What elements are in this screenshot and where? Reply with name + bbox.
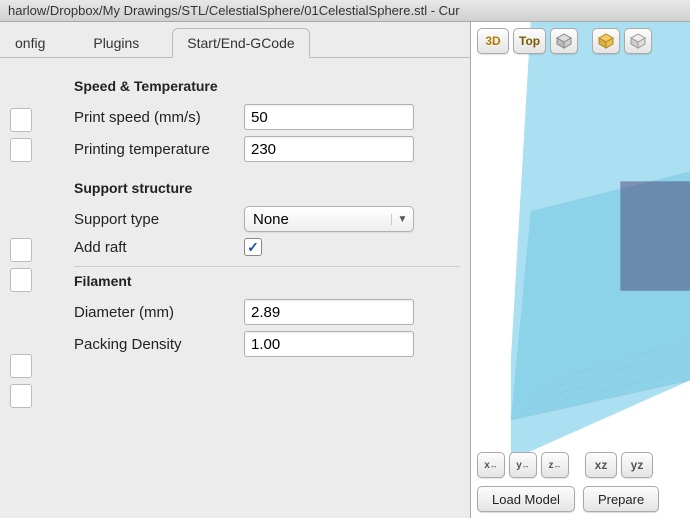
cube-icon [630, 33, 646, 49]
cube-icon [556, 33, 572, 49]
mirror-x-button[interactable]: x↔ [477, 452, 505, 478]
diameter-input[interactable] [244, 299, 414, 325]
mini-input-4[interactable] [10, 268, 32, 292]
mirror-xz-button[interactable]: xz [585, 452, 617, 478]
tab-gcode[interactable]: Start/End-GCode [172, 28, 309, 58]
scene [471, 22, 690, 460]
mirror-toolbar: x↔ y↔ z↔ xz yz [477, 452, 653, 478]
support-type-label: Support type [74, 211, 244, 228]
mirror-y-button[interactable]: y↔ [509, 452, 537, 478]
printing-temp-input[interactable] [244, 136, 414, 162]
view-toolbar: 3D Top [477, 28, 652, 54]
support-type-select[interactable]: None ▼ [244, 206, 414, 232]
window-title: harlow/Dropbox/My Drawings/STL/Celestial… [8, 3, 460, 18]
mini-input-3[interactable] [10, 238, 32, 262]
view-cube-3-button[interactable] [624, 28, 652, 54]
printing-temp-label: Printing temperature [74, 141, 244, 158]
tab-config[interactable]: onfig [0, 28, 60, 57]
window-titlebar: harlow/Dropbox/My Drawings/STL/Celestial… [0, 0, 690, 22]
view-cube-2-button[interactable] [592, 28, 620, 54]
mini-input-2[interactable] [10, 138, 32, 162]
section-support: Support structure [74, 180, 460, 196]
add-raft-checkbox[interactable]: ✓ [244, 238, 262, 256]
view-cube-1-button[interactable] [550, 28, 578, 54]
viewport-pane: 3D Top [470, 22, 690, 518]
tab-bar: onfig Plugins Start/End-GCode [0, 22, 470, 58]
mirror-yz-button[interactable]: yz [621, 452, 653, 478]
print-speed-label: Print speed (mm/s) [74, 109, 244, 126]
view-top-button[interactable]: Top [513, 28, 546, 54]
load-model-button[interactable]: Load Model [477, 486, 575, 512]
chevron-down-icon: ▼ [391, 214, 413, 225]
action-bar: Load Model Prepare [477, 486, 659, 512]
3d-viewport[interactable]: 3D Top [471, 22, 690, 518]
mirror-z-button[interactable]: z↔ [541, 452, 569, 478]
left-column [10, 72, 50, 408]
mini-input-1[interactable] [10, 108, 32, 132]
packing-density-input[interactable] [244, 331, 414, 357]
tab-plugins[interactable]: Plugins [78, 28, 154, 57]
settings-pane: onfig Plugins Start/End-GCode [0, 22, 470, 518]
divider [74, 266, 460, 267]
prepare-button[interactable]: Prepare [583, 486, 659, 512]
mini-input-6[interactable] [10, 384, 32, 408]
view-3d-button[interactable]: 3D [477, 28, 509, 54]
add-raft-label: Add raft [74, 239, 244, 256]
mini-input-5[interactable] [10, 354, 32, 378]
diameter-label: Diameter (mm) [74, 304, 244, 321]
print-speed-input[interactable] [244, 104, 414, 130]
cube-gold-icon [598, 33, 614, 49]
section-filament: Filament [74, 273, 460, 289]
support-type-value: None [245, 211, 391, 228]
section-speed-temp: Speed & Temperature [74, 78, 460, 94]
packing-density-label: Packing Density [74, 336, 244, 353]
